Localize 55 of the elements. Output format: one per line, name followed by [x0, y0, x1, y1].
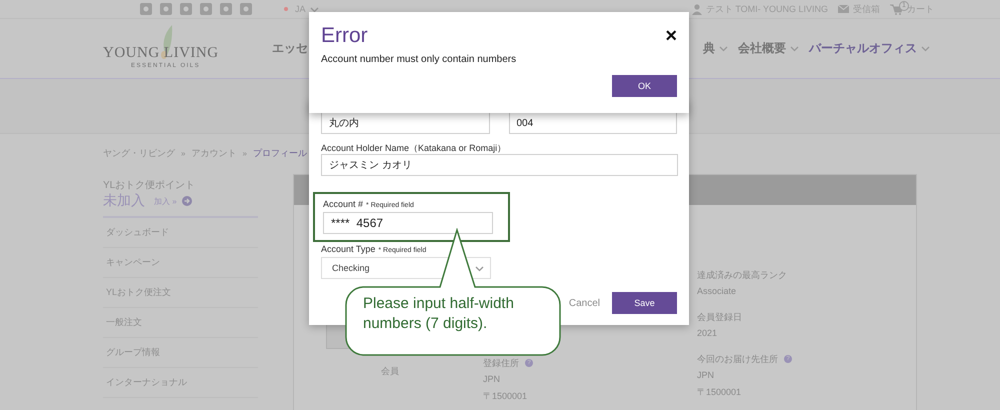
points-title: YLおトク便ポイント — [103, 179, 196, 192]
field-value: JPN — [697, 369, 716, 382]
ok-button[interactable]: OK — [612, 75, 677, 97]
cancel-button[interactable]: Cancel — [568, 298, 600, 308]
social-media-icon[interactable] — [180, 3, 192, 15]
error-message: Account number must only contain numbers — [321, 54, 518, 65]
text-input-field[interactable]: ジャスミン カオリ — [321, 154, 678, 176]
social-media-icon[interactable] — [240, 3, 252, 15]
social-media-icon[interactable] — [220, 3, 232, 15]
text-input-field[interactable]: 004 — [508, 112, 677, 134]
field-label: 今回のお届け先住所 — [697, 352, 778, 366]
field-label: 達成済みの最高ランク — [697, 268, 787, 282]
field-value: 〒1500001 — [697, 386, 742, 399]
field-label: Account # — [323, 199, 364, 209]
field-value: 〒1500001 — [483, 390, 528, 403]
chevron-down-icon — [475, 264, 484, 272]
field-value: Associate — [697, 285, 738, 298]
breadcrumb-link[interactable]: ヤング・リビング — [103, 146, 175, 160]
nav-menu-item[interactable]: 会社概要 — [738, 40, 799, 57]
field-value: JPN — [483, 373, 502, 386]
text-input-field[interactable]: 丸の内 — [321, 112, 490, 134]
field-label: 登録住所 — [483, 356, 519, 370]
envelope-icon — [838, 5, 849, 13]
status-dot-icon — [284, 7, 288, 11]
social-media-icon[interactable] — [160, 3, 172, 15]
sidebar-menu-item[interactable]: YLおトク便注文 — [103, 278, 258, 308]
chevron-down-icon — [310, 6, 319, 12]
dialog-title: Error — [321, 24, 368, 48]
social-media-icon[interactable] — [140, 3, 152, 15]
person-icon — [692, 4, 702, 14]
nav-menu-item[interactable]: エッセ — [272, 40, 308, 57]
logo-wordmark[interactable]: YOUNG LIVING — [103, 44, 219, 62]
breadcrumb-link[interactable]: アカウント — [191, 146, 236, 160]
sidebar-menu-item[interactable]: グループ情報 — [103, 338, 258, 368]
member-label: 会員 — [381, 365, 400, 378]
breadcrumb-separator: » — [242, 148, 247, 158]
sidebar-menu-item[interactable]: キャンペーン — [103, 248, 258, 278]
breadcrumb-link[interactable]: プロフィール — [252, 146, 307, 160]
field-label: Account Type — [321, 244, 376, 254]
nav-menu-item[interactable]: バーチャルオフィス — [809, 40, 930, 57]
arrow-circle-icon[interactable] — [182, 196, 192, 206]
chevron-down-icon — [921, 45, 930, 52]
nav-menu-item[interactable]: 典 — [703, 40, 728, 57]
callout-text: Please input half-width numbers (7 digits). — [363, 294, 515, 334]
chevron-down-icon — [719, 45, 728, 52]
cart-icon — [890, 4, 903, 14]
field-label: Account Holder Name（Katakana or Romaji） — [321, 142, 508, 154]
close-button[interactable]: × — [665, 26, 677, 46]
field-value: 2021 — [697, 327, 718, 340]
breadcrumb-separator: » — [181, 148, 186, 158]
account-number-field[interactable]: **** 4567 — [323, 212, 493, 234]
social-media-icon[interactable] — [200, 3, 212, 15]
chevron-down-icon — [790, 45, 799, 52]
save-button[interactable]: Save — [612, 292, 677, 314]
field-label: 会員登録日 — [697, 310, 742, 324]
